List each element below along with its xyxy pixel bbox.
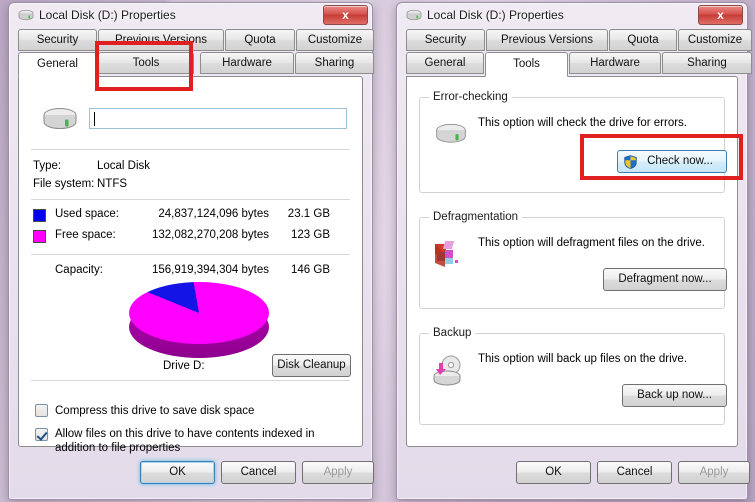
disk-cleanup-button[interactable]: Disk Cleanup bbox=[272, 354, 351, 377]
client-area-right: Security Previous Versions Quota Customi… bbox=[406, 29, 752, 491]
properties-dialog-right[interactable]: Local Disk (D:) Properties x Security Pr… bbox=[396, 2, 752, 500]
dialog-title-left: Local Disk (D:) Properties bbox=[39, 8, 176, 22]
back-up-now-button[interactable]: Back up now... bbox=[622, 384, 727, 407]
free-space-swatch bbox=[33, 230, 46, 243]
titlebar-left[interactable]: Local Disk (D:) Properties x bbox=[9, 3, 372, 29]
tab-hardware-left[interactable]: Hardware bbox=[200, 52, 294, 74]
tab-general-left[interactable]: General bbox=[18, 52, 97, 77]
uac-shield-icon bbox=[624, 155, 637, 169]
apply-button-left: Apply bbox=[302, 461, 374, 484]
capacity-label: Capacity: bbox=[55, 264, 103, 276]
dialog-title-right: Local Disk (D:) Properties bbox=[427, 8, 564, 22]
free-space-bytes: 132,082,270,208 bytes bbox=[151, 229, 269, 241]
close-button-right[interactable]: x bbox=[698, 5, 743, 25]
tab-quota-left[interactable]: Quota bbox=[225, 29, 295, 51]
pie-top-surface bbox=[129, 282, 269, 344]
tab-customize-left[interactable]: Customize bbox=[296, 29, 374, 51]
error-checking-group: Error-checking This option will check th… bbox=[419, 91, 727, 193]
defragmentation-description: This option will defragment files on the… bbox=[478, 237, 705, 249]
client-area-left: Security Previous Versions Quota Customi… bbox=[18, 29, 374, 491]
ok-button-left[interactable]: OK bbox=[140, 461, 215, 484]
volume-label-input[interactable] bbox=[89, 108, 347, 129]
tab-tools-right[interactable]: Tools bbox=[485, 52, 568, 77]
text-caret bbox=[94, 112, 95, 126]
tabstrip-right: Security Previous Versions Quota Customi… bbox=[406, 29, 752, 77]
backup-title: Backup bbox=[429, 327, 476, 339]
defrag-icon bbox=[435, 241, 458, 267]
hard-drive-icon bbox=[18, 9, 34, 21]
index-contents-checkbox[interactable] bbox=[35, 428, 48, 441]
ok-button-right[interactable]: OK bbox=[516, 461, 591, 484]
drive-caption: Drive D: bbox=[163, 360, 205, 372]
tab-hardware-right[interactable]: Hardware bbox=[569, 52, 661, 74]
hard-drive-icon bbox=[406, 9, 422, 21]
tab-quota-right[interactable]: Quota bbox=[609, 29, 677, 51]
compress-drive-checkbox[interactable] bbox=[35, 404, 48, 417]
cancel-button-right[interactable]: Cancel bbox=[597, 461, 672, 484]
tab-customize-right[interactable]: Customize bbox=[678, 29, 752, 51]
defragment-now-button[interactable]: Defragment now... bbox=[603, 268, 727, 291]
backup-disk-icon bbox=[433, 355, 461, 386]
used-space-label: Used space: bbox=[55, 208, 119, 220]
capacity-bytes: 156,919,394,304 bytes bbox=[151, 264, 269, 276]
used-space-gb: 23.1 GB bbox=[287, 208, 330, 220]
backup-description: This option will back up files on the dr… bbox=[478, 353, 688, 365]
type-label: Type: bbox=[33, 160, 62, 172]
error-checking-description: This option will check the drive for err… bbox=[478, 117, 687, 129]
tabstrip-left: Security Previous Versions Quota Customi… bbox=[18, 29, 374, 77]
compress-drive-label: Compress this drive to save disk space bbox=[55, 405, 255, 417]
properties-dialog-left[interactable]: Local Disk (D:) Properties x Security Pr… bbox=[8, 2, 374, 500]
error-checking-title: Error-checking bbox=[429, 91, 512, 103]
backup-group: Backup This option will back up files on… bbox=[419, 327, 727, 425]
hard-drive-icon bbox=[436, 123, 466, 143]
footer-left: OK Cancel Apply bbox=[18, 451, 374, 491]
cancel-button-left[interactable]: Cancel bbox=[221, 461, 296, 484]
type-value: Local Disk bbox=[97, 160, 151, 172]
tab-tools-left[interactable]: Tools bbox=[98, 52, 194, 74]
used-space-swatch bbox=[33, 209, 46, 222]
tab-general-right[interactable]: General bbox=[406, 52, 484, 74]
filesystem-value: NTFS bbox=[97, 178, 128, 190]
tab-previous-versions-right[interactable]: Previous Versions bbox=[486, 29, 608, 51]
disk-usage-pie-chart bbox=[129, 282, 269, 358]
check-now-button[interactable]: Check now... bbox=[617, 150, 727, 173]
hard-drive-icon bbox=[43, 108, 77, 130]
tab-security-left[interactable]: Security bbox=[18, 29, 97, 51]
filesystem-label: File system: bbox=[33, 178, 95, 190]
free-space-label: Free space: bbox=[55, 229, 116, 241]
capacity-gb: 146 GB bbox=[291, 264, 330, 276]
tab-sharing-left[interactable]: Sharing bbox=[295, 52, 374, 74]
used-space-bytes: 24,837,124,096 bytes bbox=[158, 208, 269, 220]
footer-right: OK Cancel Apply bbox=[406, 451, 750, 491]
tabpage-tools: Error-checking This option will check th… bbox=[406, 76, 738, 447]
apply-button-right: Apply bbox=[678, 461, 750, 484]
tab-security-right[interactable]: Security bbox=[406, 29, 485, 51]
tab-previous-versions-left[interactable]: Previous Versions bbox=[98, 29, 224, 51]
close-button-left[interactable]: x bbox=[323, 5, 368, 25]
free-space-gb: 123 GB bbox=[291, 229, 330, 241]
tabpage-general: Type: Local Disk File system: NTFS Used … bbox=[18, 76, 363, 454]
titlebar-right[interactable]: Local Disk (D:) Properties x bbox=[397, 3, 747, 29]
tab-sharing-right[interactable]: Sharing bbox=[662, 52, 752, 74]
defragmentation-group: Defragmentation This option will defragm… bbox=[419, 211, 727, 309]
defragmentation-title: Defragmentation bbox=[429, 211, 523, 223]
check-now-label: Check now... bbox=[647, 155, 713, 167]
